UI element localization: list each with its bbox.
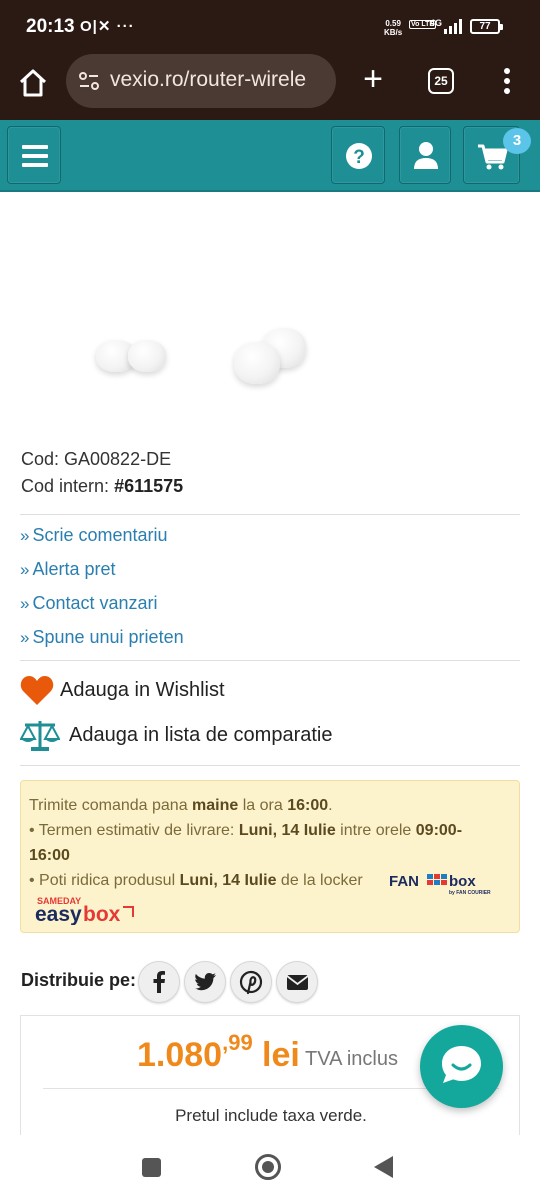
network-speed-value: 0.59: [385, 19, 401, 28]
heart-icon[interactable]: [20, 675, 54, 706]
link-write-comment[interactable]: » Scrie comentariu: [20, 525, 168, 546]
router-pod-image: [234, 342, 280, 384]
share-twitter-button[interactable]: [184, 961, 226, 1003]
internal-code-value: #611575: [114, 476, 184, 496]
divider: [20, 514, 520, 515]
product-image[interactable]: [0, 194, 540, 434]
network-speed: 0.59 KB/s: [384, 19, 402, 37]
notification-icons: O|✕ ···: [80, 18, 135, 35]
network-speed-unit: KB/s: [384, 28, 403, 37]
chevron-right-icon: »: [20, 526, 30, 545]
new-tab-button[interactable]: +: [357, 62, 389, 96]
chevron-right-icon: »: [20, 560, 30, 579]
price-note: Pretul include taxa verde.: [175, 1106, 367, 1125]
facebook-icon: [153, 971, 165, 993]
link-tell-friend[interactable]: » Spune unui prieten: [20, 627, 184, 648]
chat-icon: [442, 1046, 481, 1083]
order-deadline: Trimite comanda pana maine la ora 16:00.: [29, 797, 333, 814]
router-pod-image: [128, 340, 166, 372]
share-facebook-button[interactable]: [138, 961, 180, 1003]
recent-apps-button[interactable]: [142, 1158, 161, 1177]
internal-code: Cod intern: #611575: [21, 476, 183, 497]
address-bar[interactable]: vexio.ro/router-wirele: [66, 54, 336, 108]
link-label[interactable]: Scrie comentariu: [32, 525, 167, 545]
link-price-alert[interactable]: » Alerta pret: [20, 559, 116, 580]
price-vat: TVA inclus: [305, 1048, 398, 1070]
user-icon: [414, 142, 438, 169]
menu-button[interactable]: [7, 126, 61, 184]
signal-icon: [444, 19, 462, 34]
tab-switcher-button[interactable]: 25: [428, 68, 454, 94]
locker-pickup: • Poti ridica produsul Luni, 14 Iulie de…: [29, 872, 363, 889]
svg-text:box: box: [83, 903, 121, 925]
product-code: Cod: GA00822-DE: [21, 449, 172, 469]
svg-text:?: ?: [353, 147, 365, 168]
svg-text:easy: easy: [35, 903, 82, 925]
status-bar: 20:13 O|✕ ··· 0.59 KB/s Vo LTE 4G 77: [0, 0, 540, 54]
status-time: 20:13: [26, 16, 75, 37]
network-type: 4G: [430, 18, 443, 28]
chevron-right-icon: »: [20, 594, 30, 613]
hamburger-icon: [22, 145, 48, 167]
email-icon: [286, 975, 309, 990]
cart-count-badge: 3: [503, 128, 531, 154]
price-value: 1.080,99: [137, 1030, 253, 1075]
svg-text:box: box: [449, 873, 476, 890]
divider: [20, 765, 520, 766]
svg-text:FAN: FAN: [389, 873, 419, 890]
share-email-button[interactable]: [276, 961, 318, 1003]
question-icon: ?: [346, 143, 372, 169]
battery-icon: 77: [470, 19, 503, 34]
browser-toolbar: vexio.ro/router-wirele + 25: [0, 54, 540, 120]
back-button[interactable]: [374, 1156, 393, 1178]
add-to-wishlist-button[interactable]: Adauga in Wishlist: [60, 679, 225, 702]
share-label: Distribuie pe:: [21, 970, 137, 990]
svg-text:by FAN COURIER: by FAN COURIER: [449, 890, 491, 896]
site-settings-icon[interactable]: [78, 71, 100, 91]
scale-icon[interactable]: [20, 718, 60, 752]
delivery-estimate: • Termen estimativ de livrare: Luni, 14 …: [29, 822, 463, 839]
fanbox-logo: FAN box by FAN COURIER: [389, 873, 491, 896]
delivery-estimate-cont: 16:00: [29, 847, 70, 864]
share-pinterest-button[interactable]: [230, 961, 272, 1003]
internal-code-label: Cod intern:: [21, 476, 115, 496]
home-icon[interactable]: [16, 66, 50, 100]
link-label[interactable]: Contact vanzari: [32, 593, 157, 613]
link-label[interactable]: Alerta pret: [32, 559, 115, 579]
account-button[interactable]: [399, 126, 451, 184]
chevron-right-icon: »: [20, 628, 30, 647]
easybox-logo: SAMEDAY easy box: [35, 896, 134, 925]
price-decimals: ,99: [222, 1030, 253, 1055]
divider: [20, 660, 520, 661]
price-currency: lei: [262, 1036, 300, 1074]
twitter-icon: [195, 972, 216, 991]
live-chat-button[interactable]: [420, 1025, 503, 1108]
link-contact-sales[interactable]: » Contact vanzari: [20, 593, 158, 614]
url-text[interactable]: vexio.ro/router-wirele: [110, 68, 330, 92]
delivery-info: Trimite comanda pana maine la ora 16:00.…: [20, 780, 520, 933]
price-integer: 1.080: [137, 1036, 223, 1074]
site-header: ?: [0, 120, 540, 192]
link-label[interactable]: Spune unui prieten: [32, 627, 183, 647]
more-menu-icon[interactable]: [498, 66, 516, 96]
add-to-compare-button[interactable]: Adauga in lista de comparatie: [69, 724, 333, 747]
system-navigation-bar: [0, 1135, 540, 1200]
help-button[interactable]: ?: [331, 126, 385, 184]
home-button[interactable]: [255, 1154, 281, 1180]
pinterest-icon: [239, 970, 263, 995]
